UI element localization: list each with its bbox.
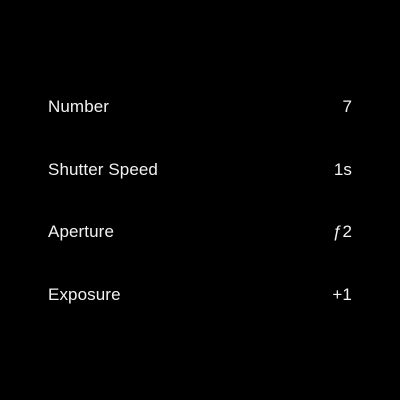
setting-value-aperture: ƒ2: [332, 222, 352, 241]
setting-label-number: Number: [48, 97, 110, 116]
setting-label-exposure: Exposure: [48, 284, 121, 304]
setting-row-shutter-speed[interactable]: Shutter Speed 1s: [48, 139, 352, 202]
setting-row-number[interactable]: Number 7: [48, 76, 352, 139]
setting-value-shutter-speed: 1s: [333, 159, 352, 179]
setting-row-exposure[interactable]: Exposure +1: [48, 264, 352, 327]
setting-value-number: 7: [342, 97, 352, 116]
setting-label-shutter-speed: Shutter Speed: [48, 159, 158, 179]
camera-settings-list: Number 7 Shutter Speed 1s Aperture ƒ2 Ex…: [48, 76, 352, 326]
setting-row-aperture[interactable]: Aperture ƒ2: [48, 201, 352, 264]
setting-label-aperture: Aperture: [48, 222, 115, 241]
setting-value-exposure: +1: [332, 284, 352, 304]
